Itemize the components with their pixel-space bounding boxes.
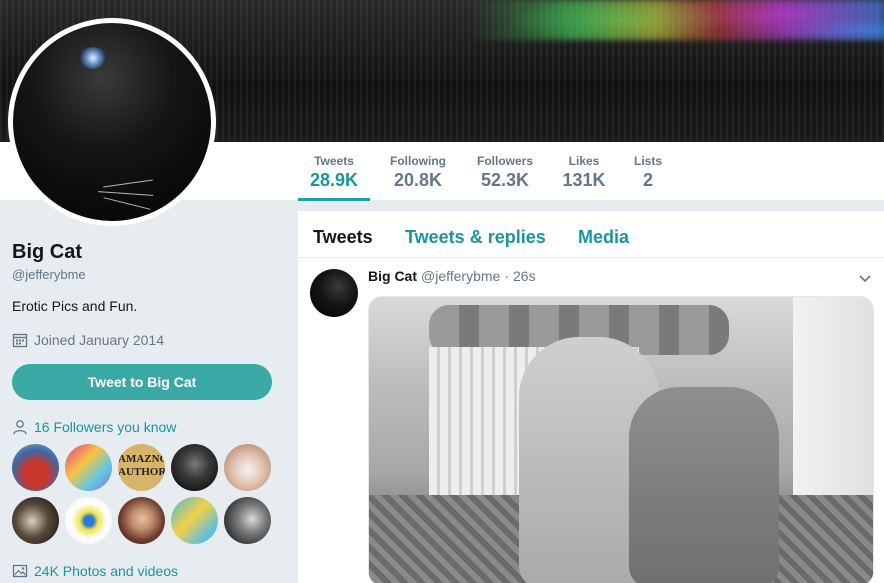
nav-followers-label: Followers — [476, 154, 533, 168]
media-figure — [629, 387, 779, 583]
follower-avatar[interactable] — [65, 444, 112, 491]
nav-following[interactable]: Following 20.8K — [384, 154, 452, 201]
profile-avatar[interactable] — [8, 18, 216, 226]
follower-avatar[interactable] — [118, 497, 165, 544]
avatar-whisker — [98, 191, 153, 196]
nav-tweets[interactable]: Tweets 28.9K — [298, 154, 370, 201]
photos-videos-text: 24K Photos and videos — [34, 563, 178, 579]
follower-avatar[interactable] — [171, 444, 218, 491]
tweet-author-name[interactable]: Big Cat — [368, 268, 417, 284]
follower-avatar-text: AMAZNG AUTHORS — [118, 453, 165, 478]
timeline-tabs: Tweets Tweets & replies Media — [298, 211, 884, 258]
avatar-whisker — [103, 197, 151, 210]
follower-avatar[interactable]: AMAZNG AUTHORS — [118, 444, 165, 491]
nav-lists[interactable]: Lists 2 — [630, 154, 666, 201]
chevron-down-icon[interactable] — [858, 271, 872, 285]
nav-followers[interactable]: Followers 52.3K — [470, 154, 540, 201]
nav-tweets-count: 28.9K — [309, 170, 359, 190]
photos-videos-link[interactable]: 24K Photos and videos — [12, 563, 178, 579]
tweet-separator: · — [504, 268, 509, 284]
tweet-timestamp[interactable]: 26s — [513, 268, 536, 284]
profile-handle[interactable]: @jefferybme — [12, 267, 86, 282]
timeline: Tweets Tweets & replies Media Big Cat @j… — [298, 211, 884, 583]
calendar-icon — [12, 333, 28, 348]
tweet-avatar[interactable] — [310, 269, 358, 317]
profile-name[interactable]: Big Cat — [12, 241, 82, 264]
tweet-author-handle[interactable]: @jefferybme — [421, 268, 500, 284]
tweet-media-image[interactable] — [368, 296, 874, 583]
profile-sidebar: Big Cat @jefferybme Erotic Pics and Fun.… — [0, 201, 298, 583]
profile-joined: Joined January 2014 — [12, 332, 164, 348]
tab-tweets[interactable]: Tweets — [313, 227, 373, 248]
avatar-whisker — [103, 179, 153, 188]
follower-avatar[interactable] — [12, 444, 59, 491]
nav-lists-label: Lists — [633, 154, 662, 168]
nav-tweets-label: Tweets — [314, 154, 354, 168]
avatar-eye — [79, 47, 107, 69]
follower-avatar[interactable] — [65, 497, 112, 544]
joined-text: Joined January 2014 — [34, 332, 164, 348]
nav-following-count: 20.8K — [393, 170, 443, 190]
follower-avatar[interactable] — [171, 497, 218, 544]
tab-tweets-replies[interactable]: Tweets & replies — [405, 227, 546, 248]
tab-media[interactable]: Media — [578, 227, 629, 248]
tweet-to-button[interactable]: Tweet to Big Cat — [12, 364, 272, 400]
nav-followers-count: 52.3K — [480, 170, 530, 190]
follower-avatar[interactable] — [224, 497, 271, 544]
banner-rainbow — [470, 0, 884, 40]
nav-likes-count: 131K — [562, 170, 606, 190]
tweet-item[interactable]: Big Cat @jefferybme · 26s — [298, 259, 884, 583]
profile-bio: Erotic Pics and Fun. — [12, 298, 138, 314]
nav-lists-count: 2 — [642, 170, 653, 190]
followers-you-know-link[interactable]: 16 Followers you know — [12, 419, 176, 435]
person-icon — [13, 420, 27, 435]
follower-avatar[interactable] — [12, 497, 59, 544]
image-icon — [12, 564, 28, 578]
follower-avatar[interactable] — [224, 444, 271, 491]
nav-following-label: Following — [390, 154, 446, 168]
tweet-header: Big Cat @jefferybme · 26s — [368, 268, 536, 284]
nav-likes-label: Likes — [568, 154, 600, 168]
nav-likes[interactable]: Likes 131K — [558, 154, 610, 201]
followers-you-know-text: 16 Followers you know — [34, 419, 177, 435]
